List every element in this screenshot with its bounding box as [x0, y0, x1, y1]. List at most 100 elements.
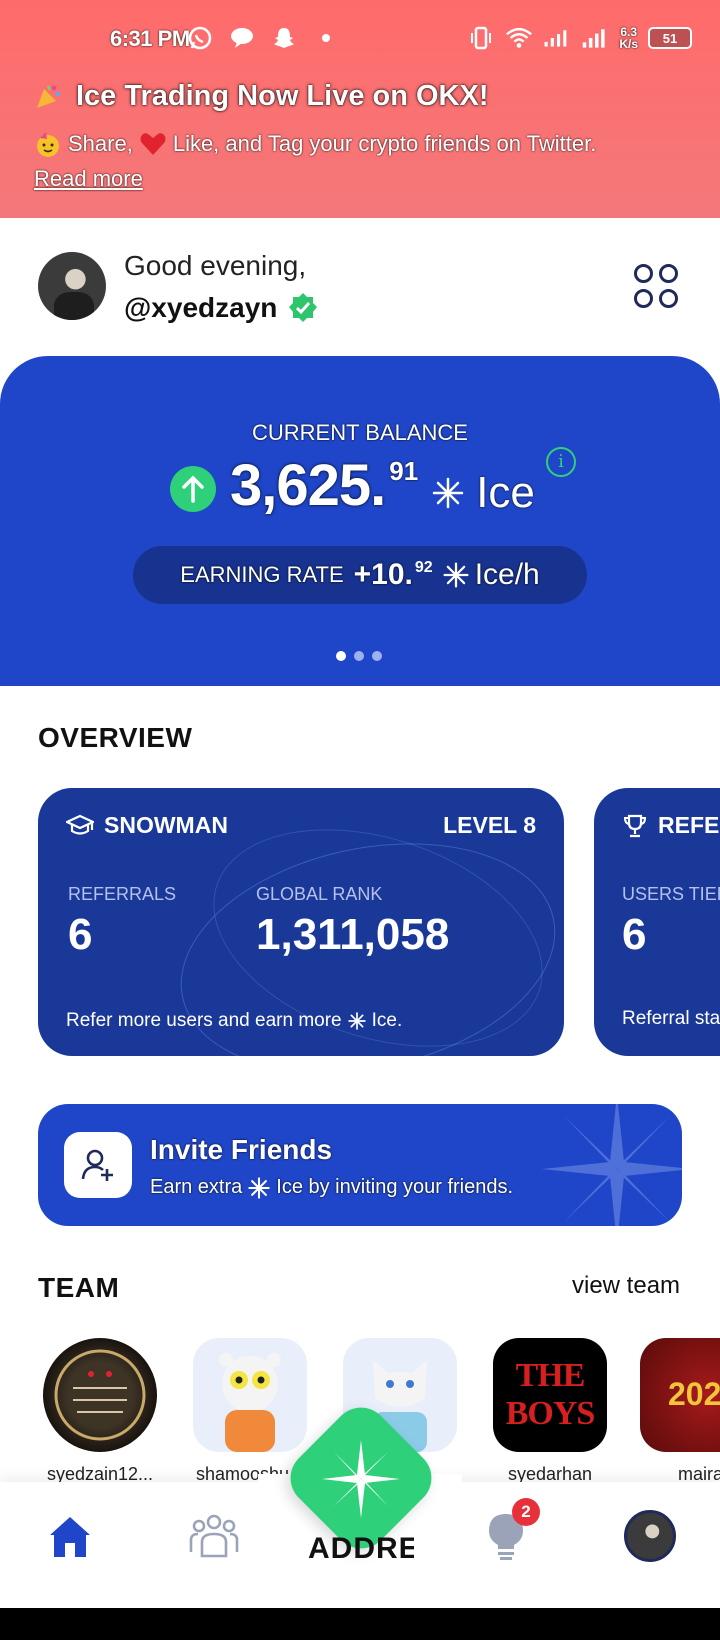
signal-icon — [543, 24, 571, 52]
snowman-level: LEVEL 8 — [443, 812, 536, 838]
carousel-dot-2[interactable] — [354, 651, 364, 661]
earning-rate-unit-text: Ice/h — [474, 558, 540, 591]
invite-title: Invite Friends — [150, 1134, 333, 1165]
earning-rate-pill: EARNING RATE +10. 92 Ice/h — [133, 546, 587, 604]
menu-grid-icon[interactable] — [634, 264, 678, 308]
battery-level: 51 — [662, 30, 678, 46]
banner-title: Ice Trading Now Live on OKX! — [76, 80, 489, 112]
ice-snowflake-icon — [443, 562, 469, 588]
network-speed: 6.3 K/s — [619, 26, 638, 50]
overview-card-snowman[interactable]: SNOWMAN LEVEL 8 REFERRALS 6 GLOBAL RANK … — [38, 788, 564, 1056]
member-avatar: 202 — [640, 1338, 720, 1452]
banner-title-row: Ice Trading Now Live on OKX! — [34, 80, 489, 113]
team-member-1[interactable]: syedzain12... — [40, 1338, 160, 1485]
whatsapp-icon — [186, 24, 214, 52]
invite-sub-part1: Earn extra — [150, 1176, 243, 1198]
banner-text-part2: Like, and Tag your crypto friends on Twi… — [172, 131, 597, 156]
info-icon[interactable]: i — [546, 447, 576, 477]
nav-profile[interactable] — [622, 1508, 678, 1564]
ice-snowflake-icon — [432, 477, 464, 509]
balance-card — [0, 356, 720, 686]
snowman-header: SNOWMAN — [66, 812, 228, 839]
member-avatar — [193, 1338, 307, 1452]
balance-value-row: 3,625. 91 Ice — [170, 452, 535, 519]
global-rank-value: 1,311,058 — [256, 910, 450, 959]
invite-friends-card[interactable]: Invite Friends Earn extra Ice by invitin… — [38, 1104, 682, 1226]
snowman-note: Refer more users and earn more Ice. — [66, 1010, 402, 1032]
ice-snowflake-icon — [347, 1012, 366, 1030]
the-boys-logo: THE BOYS — [505, 1357, 596, 1432]
balance-unit: Ice — [432, 468, 535, 518]
referral-status-note: Referral sta — [622, 1008, 720, 1029]
dot-icon — [312, 24, 340, 52]
overview-title: OVERVIEW — [38, 722, 193, 753]
system-nav-bar — [0, 1608, 720, 1640]
balance-unit-text: Ice — [476, 468, 535, 517]
status-time: 6:31 PM — [110, 26, 190, 51]
snowman-note-part1: Refer more users and earn more — [66, 1010, 342, 1031]
trophy-icon — [623, 814, 647, 837]
vibrate-icon — [467, 24, 495, 52]
signal-icon-2 — [581, 24, 609, 52]
read-more-link[interactable]: Read more — [34, 166, 143, 192]
users-tier-label: USERS TIER — [622, 884, 720, 904]
party-face-icon — [37, 132, 59, 157]
chat-icon — [228, 24, 256, 52]
new-year-badge: 202 — [668, 1376, 720, 1412]
heart-icon — [140, 133, 166, 155]
earning-rate-label: EARNING RATE — [180, 562, 344, 587]
snowman-title: SNOWMAN — [104, 812, 228, 838]
referrals-value: 6 — [68, 910, 93, 959]
banner-text: Share, Like, and Tag your crypto friends… — [34, 130, 596, 158]
invite-decor-star — [542, 1104, 682, 1226]
invite-subtitle: Earn extra Ice by inviting your friends. — [150, 1176, 513, 1199]
profile-avatar — [624, 1510, 676, 1562]
earning-rate-main: +10. — [353, 558, 413, 591]
current-balance-label: CURRENT BALANCE — [252, 420, 468, 445]
team-member-5[interactable]: 202 maira — [640, 1338, 720, 1485]
refer-title: REFER — [658, 812, 720, 838]
nav-home[interactable] — [42, 1508, 98, 1564]
view-team-link[interactable]: view team — [572, 1272, 680, 1300]
ice-star-icon — [322, 1440, 400, 1518]
username-row: @xyedzayn — [124, 292, 319, 324]
greeting-text: Good evening, — [124, 250, 307, 281]
snapchat-icon — [270, 24, 298, 52]
verified-icon — [289, 293, 318, 322]
team-title: TEAM — [38, 1272, 120, 1303]
status-bar: 6:31 PM 6.3 K/s 51 — [0, 18, 720, 62]
users-tier-value: 6 — [622, 910, 647, 959]
referrals-label: REFERRALS — [68, 884, 177, 904]
ice-snowflake-icon — [248, 1176, 270, 1199]
avatar[interactable] — [38, 252, 106, 320]
mining-button-label: ADDRES — [308, 1532, 414, 1565]
wifi-icon — [505, 24, 533, 52]
member-avatar — [43, 1338, 157, 1452]
overview-card-referrals[interactable]: REFER USERS TIER 6 Referral sta — [594, 788, 720, 1056]
graduation-cap-icon — [66, 814, 94, 835]
add-friend-icon — [64, 1132, 132, 1198]
username: @xyedzayn — [124, 292, 278, 323]
battery-icon: 51 — [648, 27, 692, 49]
global-rank-label: GLOBAL RANK — [256, 884, 383, 904]
nav-team[interactable] — [186, 1508, 242, 1564]
invite-sub-part2: Ice by inviting your friends. — [276, 1176, 514, 1198]
balance-main: 3,625. — [230, 453, 386, 518]
carousel-dot-1[interactable] — [336, 651, 346, 661]
earning-rate-unit: Ice/h — [443, 558, 540, 592]
balance-decimals: 91 — [389, 456, 419, 486]
netspeed-unit: K/s — [619, 37, 638, 51]
member-avatar: THE BOYS — [493, 1338, 607, 1452]
home-icon — [50, 1517, 90, 1557]
carousel-dots[interactable] — [336, 651, 382, 661]
banner-text-part1: Share, — [68, 131, 133, 156]
team-member-4[interactable]: THE BOYS syedarhan — [490, 1338, 610, 1485]
team-icon — [189, 1514, 239, 1558]
snowman-note-part2: Ice. — [371, 1010, 403, 1031]
promo-banner[interactable]: 6:31 PM 6.3 K/s 51 Ice Trading Now Live … — [0, 0, 720, 218]
party-popper-icon — [37, 84, 60, 108]
carousel-dot-3[interactable] — [372, 651, 382, 661]
team-member-2[interactable]: shamooshu... — [190, 1338, 310, 1485]
arrow-up-icon — [170, 466, 216, 512]
referrals-header: REFER — [622, 812, 720, 839]
